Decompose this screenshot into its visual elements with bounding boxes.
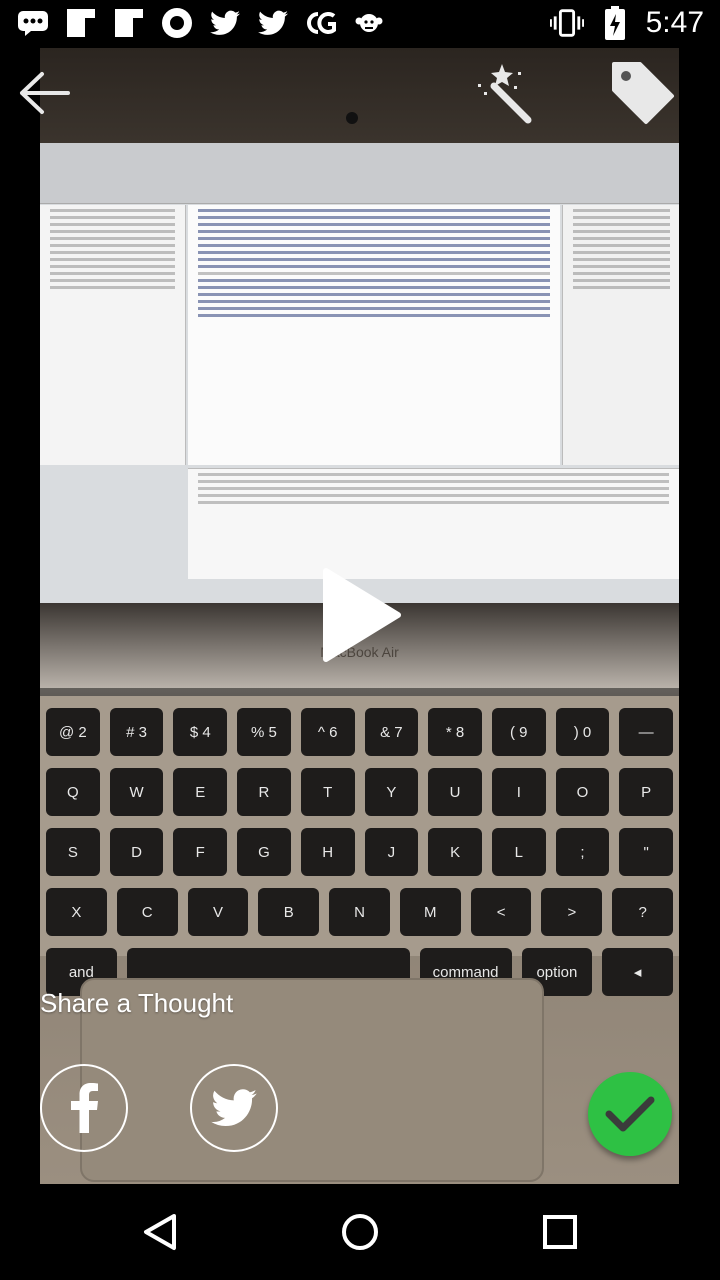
twitter-share-button[interactable] xyxy=(190,1064,278,1152)
flipboard-icon xyxy=(64,6,98,40)
keyboard-row: X C V B N M < > ? xyxy=(40,888,679,936)
key: G xyxy=(237,828,291,876)
key: V xyxy=(187,888,249,936)
confirm-button[interactable] xyxy=(588,1072,672,1156)
key: # 3 xyxy=(109,708,164,756)
nav-recents-icon xyxy=(543,1215,577,1249)
notification-icons xyxy=(16,6,386,40)
nav-recents-button[interactable] xyxy=(536,1208,584,1256)
key: ) 0 xyxy=(555,708,610,756)
nav-back-button[interactable] xyxy=(136,1208,184,1256)
key: C xyxy=(116,888,178,936)
laptop-camera xyxy=(346,112,358,124)
key: % 5 xyxy=(237,708,291,756)
key: " xyxy=(619,828,674,876)
magic-wand-icon xyxy=(478,64,532,124)
key: < xyxy=(470,888,532,936)
key: L xyxy=(491,828,546,876)
key: M xyxy=(399,888,461,936)
key: D xyxy=(109,828,164,876)
nav-back-icon xyxy=(144,1214,176,1250)
tag-icon xyxy=(612,62,674,124)
keyboard-row: @ 2 # 3 $ 4 % 5 ^ 6 & 7 * 8 ( 9 ) 0 — xyxy=(40,708,679,756)
tag-button[interactable] xyxy=(610,60,676,126)
flipboard-icon xyxy=(112,6,146,40)
key: T xyxy=(300,768,355,816)
key: P xyxy=(619,768,674,816)
keyboard-row: S D F G H J K L ; " xyxy=(40,828,679,876)
keyboard-row: Q W E R T Y U I O P xyxy=(40,768,679,816)
monkey-icon xyxy=(352,6,386,40)
ide-outline xyxy=(562,205,679,465)
laptop-keyboard: @ 2 # 3 $ 4 % 5 ^ 6 & 7 * 8 ( 9 ) 0 — Q … xyxy=(40,696,679,996)
key: & 7 xyxy=(364,708,419,756)
key: K xyxy=(428,828,482,876)
key: H xyxy=(300,828,355,876)
key: $ 4 xyxy=(173,708,228,756)
key: ( 9 xyxy=(491,708,546,756)
back-arrow-icon xyxy=(20,72,70,114)
key: R xyxy=(237,768,291,816)
key: — xyxy=(619,708,674,756)
navigation-bar xyxy=(0,1184,720,1280)
key: Y xyxy=(364,768,419,816)
circle-app-icon xyxy=(160,6,194,40)
twitter-icon xyxy=(256,6,290,40)
magic-wand-button[interactable] xyxy=(474,62,532,124)
key: ; xyxy=(555,828,610,876)
ide-console xyxy=(188,468,679,579)
laptop-screen-photo xyxy=(40,143,679,603)
facebook-icon xyxy=(71,1083,98,1133)
status-bar: 5:47 xyxy=(0,0,720,48)
play-button[interactable] xyxy=(318,565,402,665)
back-button[interactable] xyxy=(18,70,72,116)
key: ^ 6 xyxy=(300,708,355,756)
twitter-icon xyxy=(208,6,242,40)
key: I xyxy=(491,768,546,816)
vibrate-icon xyxy=(549,6,584,40)
key: E xyxy=(173,768,228,816)
nav-home-icon xyxy=(342,1214,378,1250)
key: U xyxy=(428,768,482,816)
key: > xyxy=(541,888,603,936)
key: * 8 xyxy=(428,708,482,756)
play-icon xyxy=(323,568,401,662)
battery-charging-icon xyxy=(598,6,632,40)
facebook-share-button[interactable] xyxy=(40,1064,128,1152)
nav-home-button[interactable] xyxy=(336,1208,384,1256)
key: O xyxy=(555,768,610,816)
chat-icon xyxy=(16,6,50,40)
key: F xyxy=(173,828,228,876)
status-time: 5:47 xyxy=(645,6,704,39)
key: J xyxy=(364,828,419,876)
key: B xyxy=(258,888,320,936)
key: N xyxy=(329,888,390,936)
key: S xyxy=(46,828,100,876)
cg-icon xyxy=(304,6,338,40)
ide-project-tree xyxy=(40,205,186,465)
key: Q xyxy=(46,768,100,816)
key: @ 2 xyxy=(46,708,100,756)
key: X xyxy=(46,888,107,936)
key: ◂ xyxy=(602,948,673,996)
twitter-icon xyxy=(211,1089,257,1127)
share-thought-label: Share a Thought xyxy=(40,988,234,1018)
system-icons: 5:47 xyxy=(549,6,704,40)
key: ? xyxy=(612,888,674,936)
checkmark-icon xyxy=(605,1096,655,1132)
key: W xyxy=(109,768,164,816)
ide-toolbar xyxy=(40,143,679,204)
ide-code-editor xyxy=(188,205,560,465)
